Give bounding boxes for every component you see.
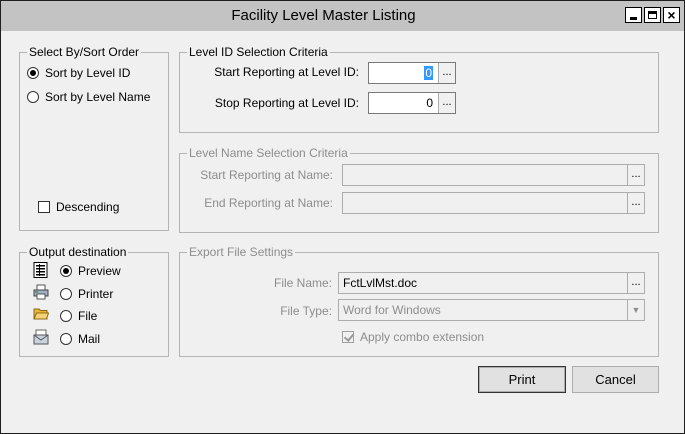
file-name-label: File Name: — [273, 276, 332, 290]
level-name-legend: Level Name Selection Criteria — [187, 146, 350, 160]
level-id-legend: Level ID Selection Criteria — [187, 45, 330, 59]
output-preview-label: Preview — [78, 264, 121, 278]
start-level-id-label: Start Reporting at Level ID: — [214, 65, 359, 79]
start-name-label: Start Reporting at Name: — [200, 168, 333, 182]
folder-icon — [33, 308, 49, 320]
start-level-id-input[interactable]: 0 ... — [368, 62, 456, 84]
start-level-id-value: 0 — [424, 66, 433, 80]
sort-by-name-label: Sort by Level Name — [45, 90, 151, 104]
output-printer-radio[interactable]: Printer — [60, 286, 113, 302]
descending-label: Descending — [56, 200, 120, 214]
file-type-select[interactable]: Word for Windows ▼ — [338, 299, 645, 321]
stop-level-id-value: 0 — [426, 96, 433, 110]
radio-indicator[interactable] — [60, 288, 72, 300]
sort-by-id-label: Sort by Level ID — [45, 66, 131, 80]
close-icon: × — [667, 7, 676, 23]
radio-indicator[interactable] — [60, 265, 72, 277]
print-button[interactable]: Print — [478, 366, 566, 393]
start-level-id-browse-button[interactable]: ... — [438, 63, 455, 83]
title-bar[interactable]: Facility Level Master Listing × — [1, 1, 684, 31]
apply-combo-extension-label: Apply combo extension — [360, 330, 485, 344]
end-name-browse-button[interactable]: ... — [627, 193, 644, 213]
output-file-radio[interactable]: File — [60, 308, 97, 324]
sort-order-legend: Select By/Sort Order — [27, 45, 142, 59]
stop-level-id-input[interactable]: 0 ... — [368, 92, 456, 114]
maximize-button[interactable] — [644, 7, 661, 23]
end-name-label: End Reporting at Name: — [204, 196, 333, 210]
sort-by-id-radio[interactable]: Sort by Level ID — [27, 65, 130, 81]
file-name-value: FctLvlMst.doc — [343, 276, 418, 290]
apply-combo-extension-checkbox[interactable]: Apply combo extension — [342, 329, 484, 345]
dialog-window: Facility Level Master Listing × Select B… — [0, 0, 685, 434]
output-preview-radio[interactable]: Preview — [60, 263, 121, 279]
window-title: Facility Level Master Listing — [231, 7, 416, 24]
file-type-label: File Type: — [280, 304, 332, 318]
radio-indicator[interactable] — [60, 310, 72, 322]
close-button[interactable]: × — [663, 7, 680, 23]
mail-icon — [33, 329, 49, 345]
start-name-input[interactable]: ... — [342, 164, 645, 186]
preview-icon — [33, 262, 48, 278]
checkbox-indicator[interactable] — [342, 331, 354, 343]
stop-level-id-label: Stop Reporting at Level ID: — [214, 96, 359, 110]
stop-level-id-browse-button[interactable]: ... — [438, 93, 455, 113]
minimize-button[interactable] — [625, 7, 642, 23]
radio-indicator[interactable] — [27, 91, 39, 103]
export-file-legend: Export File Settings — [187, 245, 296, 259]
file-type-value: Word for Windows — [343, 303, 441, 317]
output-destination-legend: Output destination — [27, 245, 129, 259]
printer-icon — [33, 284, 49, 300]
output-printer-label: Printer — [78, 287, 114, 301]
file-name-input[interactable]: FctLvlMst.doc ... — [338, 272, 645, 294]
file-name-browse-button[interactable]: ... — [627, 273, 644, 293]
checkbox-indicator[interactable] — [38, 201, 50, 213]
radio-indicator[interactable] — [27, 67, 39, 79]
descending-checkbox[interactable]: Descending — [38, 199, 119, 215]
chevron-down-icon[interactable]: ▼ — [627, 300, 644, 320]
end-name-input[interactable]: ... — [342, 192, 645, 214]
cancel-button[interactable]: Cancel — [572, 366, 659, 393]
sort-by-name-radio[interactable]: Sort by Level Name — [27, 89, 150, 105]
radio-indicator[interactable] — [60, 333, 72, 345]
output-file-label: File — [78, 309, 98, 323]
output-mail-label: Mail — [78, 332, 101, 346]
start-name-browse-button[interactable]: ... — [627, 165, 644, 185]
output-mail-radio[interactable]: Mail — [60, 331, 100, 347]
